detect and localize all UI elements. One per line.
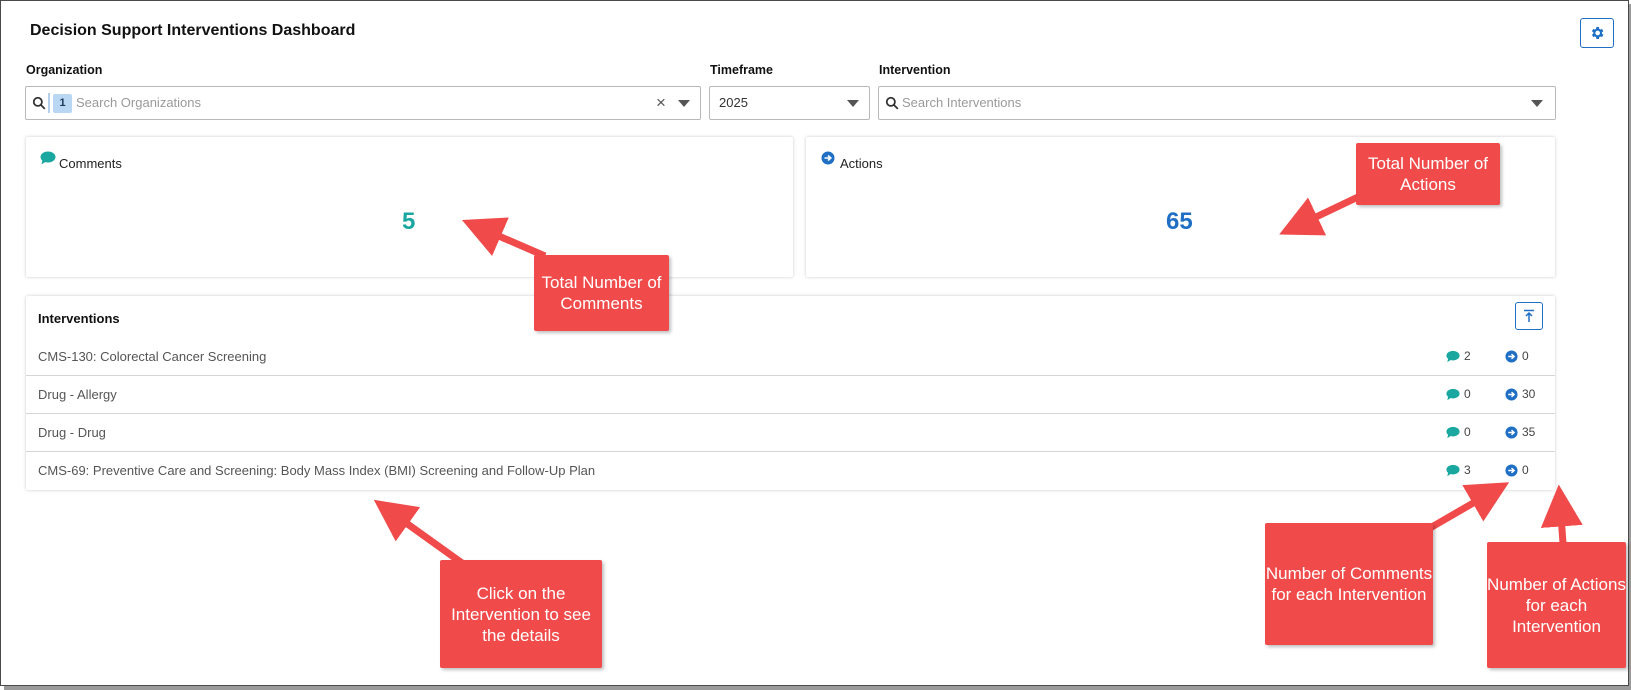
action-count-value: 35 [1522, 425, 1536, 439]
interventions-card: Interventions CMS-130: Colorectal Cancer… [26, 296, 1555, 490]
chevron-down-icon[interactable] [847, 100, 859, 107]
action-count: 0 [1505, 463, 1529, 477]
comments-card-title: Comments [59, 156, 122, 171]
arrow-circle-right-icon [1505, 463, 1518, 477]
intervention-row[interactable]: CMS-130: Colorectal Cancer Screening 2 0 [26, 338, 1555, 376]
organization-placeholder: Search Organizations [76, 95, 202, 110]
comment-count-value: 3 [1464, 463, 1471, 477]
intervention-row[interactable]: CMS-69: Preventive Care and Screening: B… [26, 452, 1555, 490]
interventions-title: Interventions [38, 311, 120, 326]
chevron-down-icon[interactable] [678, 100, 690, 107]
settings-button[interactable] [1580, 18, 1614, 48]
upload-icon [1524, 309, 1534, 322]
chevron-down-icon[interactable] [1531, 100, 1543, 107]
intervention-row[interactable]: Drug - Drug 0 35 [26, 414, 1555, 452]
comment-count: 0 [1446, 425, 1471, 439]
callout-actions-each: Number of Actions for each Intervention [1487, 542, 1626, 668]
search-icon [32, 96, 46, 110]
intervention-select[interactable]: Search Interventions [878, 86, 1556, 120]
action-count-value: 0 [1522, 349, 1529, 363]
action-count: 35 [1505, 425, 1535, 439]
callout-total-comments: Total Number of Comments [534, 255, 669, 331]
comment-bubble-icon [40, 151, 56, 165]
intervention-name[interactable]: CMS-69: Preventive Care and Screening: B… [38, 463, 595, 478]
selected-count-badge[interactable]: 1 [53, 94, 72, 113]
timeframe-label: Timeframe [710, 63, 773, 77]
arrow-circle-right-icon [1505, 349, 1518, 363]
callout-click-intervention: Click on the Intervention to see the det… [440, 560, 602, 668]
arrow-circle-right-icon [821, 151, 835, 165]
intervention-row[interactable]: Drug - Allergy 0 30 [26, 376, 1555, 414]
comments-card: Comments 5 [26, 137, 793, 277]
comment-count-value: 2 [1464, 349, 1471, 363]
intervention-label: Intervention [879, 63, 951, 77]
actions-total-value: 65 [1166, 208, 1193, 235]
comment-count: 0 [1446, 387, 1471, 401]
interventions-list: CMS-130: Colorectal Cancer Screening 2 0… [26, 338, 1555, 490]
timeframe-value: 2025 [719, 95, 748, 110]
page-title: Decision Support Interventions Dashboard [30, 22, 356, 39]
comment-bubble-icon [1446, 350, 1460, 362]
comments-total-value: 5 [402, 208, 416, 235]
comment-bubble-icon [1446, 426, 1460, 438]
export-button[interactable] [1515, 302, 1543, 330]
arrow-circle-right-icon [1505, 387, 1518, 401]
callout-total-actions: Total Number of Actions [1356, 143, 1500, 205]
search-icon [885, 96, 899, 110]
action-count: 30 [1505, 387, 1535, 401]
window-shadow [4, 686, 1631, 690]
callout-comments-each: Number of Comments for each Intervention [1265, 523, 1433, 645]
comment-count-value: 0 [1464, 387, 1471, 401]
comment-bubble-icon [1446, 464, 1460, 476]
timeframe-select[interactable]: 2025 [709, 86, 870, 120]
intervention-placeholder: Search Interventions [902, 95, 1022, 110]
gear-icon [1591, 27, 1604, 39]
clear-icon[interactable]: × [656, 93, 666, 113]
selected-divider [48, 93, 50, 113]
organization-select[interactable]: 1 Search Organizations × [25, 86, 701, 120]
intervention-name[interactable]: CMS-130: Colorectal Cancer Screening [38, 349, 266, 364]
comment-bubble-icon [1446, 388, 1460, 400]
intervention-name[interactable]: Drug - Drug [38, 425, 106, 440]
actions-card-title: Actions [840, 156, 883, 171]
intervention-name[interactable]: Drug - Allergy [38, 387, 117, 402]
organization-label: Organization [26, 63, 103, 77]
arrow-circle-right-icon [1505, 425, 1518, 439]
comment-count: 2 [1446, 349, 1471, 363]
action-count-value: 30 [1522, 387, 1536, 401]
comment-count-value: 0 [1464, 425, 1471, 439]
comment-count: 3 [1446, 463, 1471, 477]
action-count-value: 0 [1522, 463, 1529, 477]
action-count: 0 [1505, 349, 1529, 363]
